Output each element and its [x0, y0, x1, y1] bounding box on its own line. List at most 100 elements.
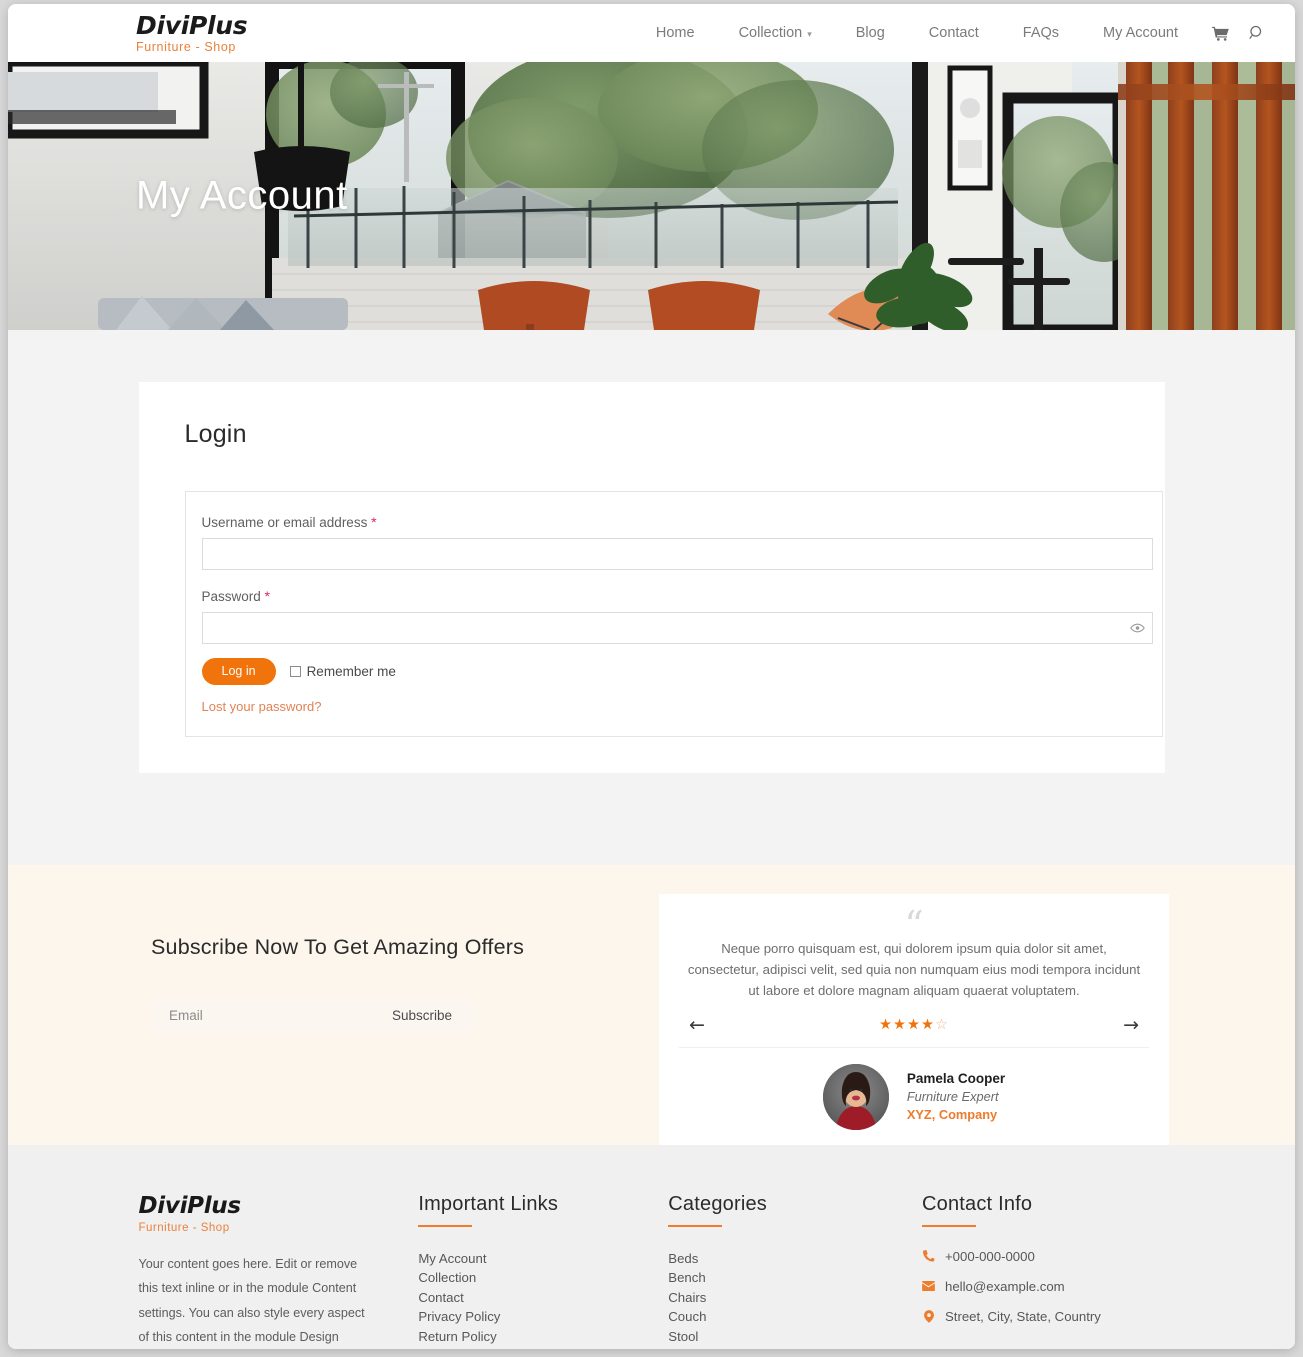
footer-link-collection[interactable]: Collection [418, 1268, 668, 1288]
author-name: Pamela Cooper [906, 1071, 1006, 1087]
nav-item-my-account[interactable]: My Account [1081, 25, 1200, 41]
footer-link-return-policy[interactable]: Return Policy [418, 1327, 668, 1347]
footer-category-couch[interactable]: Couch [668, 1307, 922, 1327]
star-filled: ★ [879, 1017, 893, 1034]
nav-item-home[interactable]: Home [634, 25, 717, 41]
testimonial-card: “ Neque porro quisquam est, qui dolorem … [659, 893, 1169, 1152]
footer-link-my-account[interactable]: My Account [418, 1249, 668, 1269]
contact-phone-text: +000-000-0000 [944, 1248, 1035, 1264]
page-title: My Account [136, 173, 348, 218]
footer-description: Your content goes here. Edit or remove t… [138, 1256, 365, 1345]
footer-about-column: DiviPlus Furniture - Shop Your content g… [139, 1193, 419, 1350]
author-company: XYZ, Company [906, 1107, 998, 1123]
search-icon[interactable] [1229, 25, 1267, 41]
username-input[interactable] [201, 538, 1153, 570]
login-form: Username or email address * Password * L… [184, 491, 1163, 737]
hero-banner: My Account [8, 62, 1295, 330]
footer-category-bench[interactable]: Bench [668, 1268, 922, 1288]
login-card: Login Username or email address * Passwo… [138, 382, 1165, 773]
nav-item-blog[interactable]: Blog [834, 25, 907, 41]
site-logo[interactable]: DiviPlus Furniture - Shop [136, 13, 296, 54]
footer-columns: DiviPlus Furniture - Shop Your content g… [139, 1193, 1165, 1350]
star-filled: ★ [907, 1017, 921, 1034]
footer-contact-heading: Contact Info [921, 1192, 1033, 1215]
email-icon [922, 1281, 936, 1291]
footer-links-column: Important Links My Account Collection Co… [418, 1193, 668, 1350]
testimonial-author-details: Pamela Cooper Furniture Expert XYZ, Comp… [907, 1071, 1005, 1122]
contact-email-row[interactable]: hello@example.com [922, 1279, 1165, 1294]
heading-underline [921, 1224, 976, 1227]
login-heading: Login [184, 420, 247, 448]
nav-item-faqs[interactable]: FAQs [1001, 25, 1081, 41]
nav-label: Contact [928, 25, 979, 41]
footer-categories-list: Beds Bench Chairs Couch Stool [668, 1249, 922, 1347]
login-actions-row: Log in Remember me [201, 658, 1142, 685]
lost-password-link[interactable]: Lost your password? [202, 699, 1142, 714]
subscribe-email-input[interactable] [151, 997, 384, 1034]
password-input[interactable] [201, 612, 1153, 644]
password-label-text: Password [201, 589, 261, 604]
remember-me-label: Remember me [306, 663, 396, 679]
footer-contact-column: Contact Info +000-000-0000 hello@example… [921, 1192, 1165, 1350]
footer-logo-primary-text: DiviPlus [138, 1192, 242, 1219]
star-filled: ★ [921, 1017, 935, 1034]
heading-underline [418, 1224, 473, 1227]
shopping-cart-icon[interactable] [1200, 26, 1229, 41]
contact-email-text: hello@example.com [944, 1278, 1065, 1294]
login-submit-button[interactable]: Log in [201, 658, 276, 685]
nav-label: Home [655, 25, 695, 41]
username-label-text: Username or email address [201, 515, 368, 530]
required-asterisk: * [264, 588, 270, 604]
remember-me-checkbox[interactable] [289, 665, 301, 677]
remember-me-control[interactable]: Remember me [289, 663, 396, 679]
location-pin-icon [922, 1309, 936, 1323]
login-section: Login Username or email address * Passwo… [8, 330, 1295, 865]
contact-address-text: Street, City, State, Country [944, 1308, 1101, 1324]
footer-logo[interactable]: DiviPlus Furniture - Shop [139, 1193, 419, 1234]
testimonial-controls: ← ★★★★☆ → [679, 1015, 1149, 1048]
subscribe-title: Subscribe Now To Get Amazing Offers [151, 934, 525, 959]
footer-links-list: My Account Collection Contact Privacy Po… [418, 1249, 668, 1347]
footer-categories-column: Categories Beds Bench Chairs Couch Stool [668, 1193, 922, 1350]
star-filled: ★ [893, 1017, 907, 1034]
show-password-eye-icon[interactable] [1129, 623, 1145, 634]
logo-secondary-text: Furniture - Shop [136, 39, 236, 54]
footer-logo-secondary-text: Furniture - Shop [138, 1221, 230, 1234]
contact-phone-row[interactable]: +000-000-0000 [922, 1249, 1165, 1264]
footer-link-privacy-policy[interactable]: Privacy Policy [418, 1307, 668, 1327]
footer-category-stool[interactable]: Stool [668, 1327, 922, 1347]
contact-address-row[interactable]: Street, City, State, Country [922, 1309, 1165, 1324]
nav-item-collection[interactable]: Collection ▾ [717, 25, 834, 41]
avatar [822, 1063, 889, 1130]
nav-item-contact[interactable]: Contact [907, 25, 1001, 41]
testimonial-next-arrow-icon[interactable]: → [1123, 1015, 1139, 1035]
testimonial-prev-arrow-icon[interactable]: ← [689, 1015, 705, 1035]
required-asterisk: * [371, 514, 377, 530]
phone-icon [922, 1250, 936, 1262]
logo-primary-text: DiviPlus [136, 10, 248, 40]
star-empty: ☆ [935, 1017, 949, 1034]
page-root: DiviPlus Furniture - Shop Home Collectio… [8, 4, 1295, 1349]
footer-category-chairs[interactable]: Chairs [668, 1288, 922, 1308]
browser-window: DiviPlus Furniture - Shop Home Collectio… [8, 4, 1295, 1349]
password-label: Password * [202, 588, 1142, 604]
nav-label: Blog [855, 25, 885, 41]
footer-links-heading: Important Links [418, 1192, 559, 1215]
subscribe-block: Subscribe Now To Get Amazing Offers Subs… [151, 935, 621, 1034]
nav-label: My Account [1103, 25, 1178, 41]
promo-section: Subscribe Now To Get Amazing Offers Subs… [8, 864, 1295, 1152]
username-label: Username or email address * [202, 514, 1142, 530]
footer-contact-list: +000-000-0000 hello@example.com Street, … [922, 1249, 1165, 1324]
nav-label: Collection [738, 25, 803, 41]
testimonial-text: Neque porro quisquam est, qui dolorem ip… [687, 940, 1141, 999]
footer-link-contact[interactable]: Contact [418, 1288, 668, 1308]
chevron-down-icon: ▾ [807, 28, 812, 39]
author-role: Furniture Expert [906, 1089, 999, 1105]
footer-category-beds[interactable]: Beds [668, 1249, 922, 1269]
footer-categories-heading: Categories [668, 1192, 767, 1215]
subscribe-button[interactable]: Subscribe [384, 1008, 476, 1023]
main-navigation: Home Collection ▾ Blog Contact FAQs My A… [634, 25, 1267, 41]
subscribe-form: Subscribe [151, 997, 476, 1034]
password-field-wrap [201, 612, 1153, 644]
nav-label: FAQs [1022, 25, 1060, 41]
